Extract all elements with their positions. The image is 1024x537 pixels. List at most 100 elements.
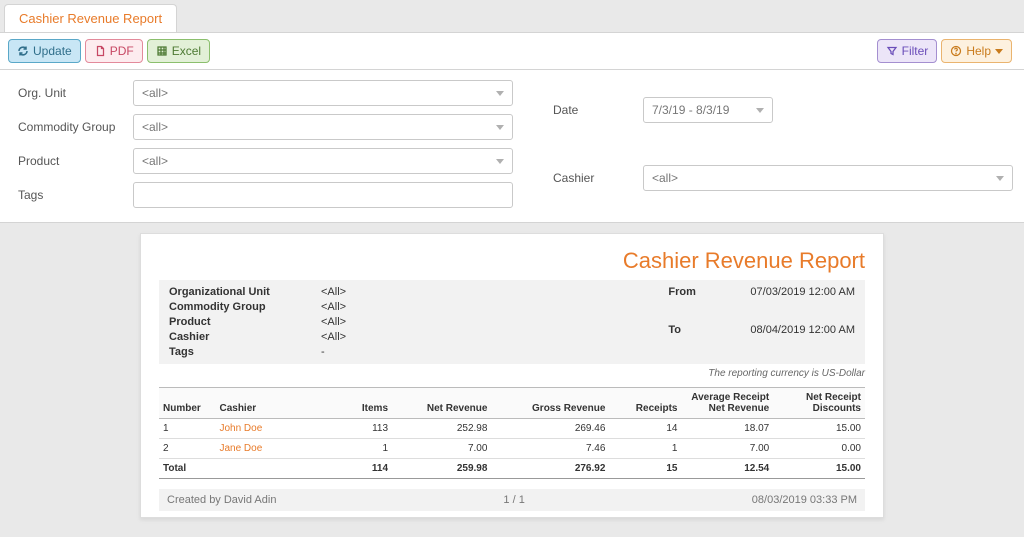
cell-receipts: 1 <box>609 439 681 459</box>
col-net-discounts: Net Receipt Discounts <box>773 388 865 419</box>
product-select[interactable]: <all> <box>133 148 513 174</box>
help-icon <box>950 45 962 57</box>
tabbar: Cashier Revenue Report <box>0 0 1024 33</box>
product-value: <all> <box>142 154 168 168</box>
meta-to-k: To <box>668 324 728 359</box>
cell-cashier: John Doe <box>215 419 342 439</box>
total-receipts: 15 <box>609 459 681 479</box>
footer-timestamp: 08/03/2019 03:33 PM <box>752 494 857 506</box>
cell-gross-rev: 7.46 <box>491 439 609 459</box>
date-range-picker[interactable]: 7/3/19 - 8/3/19 <box>643 97 773 123</box>
cashier-select[interactable]: <all> <box>643 165 1013 191</box>
file-pdf-icon <box>94 45 106 57</box>
tags-label: Tags <box>18 188 133 202</box>
meta-cashier-k: Cashier <box>169 331 299 343</box>
cashier-link[interactable]: Jane Doe <box>219 443 262 454</box>
col-cashier: Cashier <box>215 388 342 419</box>
chevron-down-icon <box>496 159 504 164</box>
filter-icon <box>886 45 898 57</box>
commodity-select[interactable]: <all> <box>133 114 513 140</box>
update-button[interactable]: Update <box>8 39 81 63</box>
filter-label: Filter <box>902 44 929 58</box>
meta-commodity-k: Commodity Group <box>169 301 299 313</box>
cell-net-discounts: 15.00 <box>773 419 865 439</box>
pdf-label: PDF <box>110 44 134 58</box>
file-excel-icon <box>156 45 168 57</box>
meta-org-unit-k: Organizational Unit <box>169 286 299 298</box>
cashier-value: <all> <box>652 171 678 185</box>
meta-tags-k: Tags <box>169 346 299 358</box>
help-label: Help <box>966 44 991 58</box>
col-avg-receipt: Average Receipt Net Revenue <box>681 388 773 419</box>
pdf-button[interactable]: PDF <box>85 39 143 63</box>
filter-button[interactable]: Filter <box>877 39 938 63</box>
filter-panel: Org. Unit <all> Commodity Group <all> Pr… <box>0 70 1024 223</box>
meta-commodity-v: <All> <box>321 301 346 313</box>
date-value: 7/3/19 - 8/3/19 <box>652 103 729 117</box>
excel-label: Excel <box>172 44 201 58</box>
org-unit-select[interactable]: <all> <box>133 80 513 106</box>
chevron-down-icon <box>995 49 1003 54</box>
toolbar: Update PDF Excel Filter Help <box>0 33 1024 70</box>
refresh-icon <box>17 45 29 57</box>
footer-pages: 1 / 1 <box>503 494 524 506</box>
table-row: 2Jane Doe17.007.4617.000.00 <box>159 439 865 459</box>
col-items: Items <box>343 388 392 419</box>
cashier-link[interactable]: John Doe <box>219 423 262 434</box>
total-net-discounts: 15.00 <box>773 459 865 479</box>
report-footer: Created by David Adin 1 / 1 08/03/2019 0… <box>159 489 865 511</box>
help-button[interactable]: Help <box>941 39 1012 63</box>
cell-net-rev: 252.98 <box>392 419 491 439</box>
report-table: Number Cashier Items Net Revenue Gross R… <box>159 387 865 479</box>
cell-net-rev: 7.00 <box>392 439 491 459</box>
meta-product-v: <All> <box>321 316 346 328</box>
meta-tags-v: - <box>321 346 346 358</box>
col-number: Number <box>159 388 215 419</box>
total-net-rev: 259.98 <box>392 459 491 479</box>
meta-from-k: From <box>668 286 728 321</box>
chevron-down-icon <box>496 91 504 96</box>
cell-net-discounts: 0.00 <box>773 439 865 459</box>
col-gross-rev: Gross Revenue <box>491 388 609 419</box>
col-receipts: Receipts <box>609 388 681 419</box>
date-label: Date <box>553 103 643 117</box>
cell-items: 1 <box>343 439 392 459</box>
report-title: Cashier Revenue Report <box>159 248 865 274</box>
report-meta: Organizational Unit <All> Commodity Grou… <box>159 280 865 364</box>
cell-avg-receipt: 18.07 <box>681 419 773 439</box>
commodity-value: <all> <box>142 120 168 134</box>
commodity-label: Commodity Group <box>18 120 133 134</box>
cell-number: 1 <box>159 419 215 439</box>
report: Cashier Revenue Report Organizational Un… <box>140 233 884 518</box>
cashier-label: Cashier <box>553 171 643 185</box>
cell-cashier: Jane Doe <box>215 439 342 459</box>
meta-to-v: 08/04/2019 12:00 AM <box>750 324 855 359</box>
excel-button[interactable]: Excel <box>147 39 210 63</box>
footer-created-by: Created by David Adin <box>167 494 276 506</box>
tags-input[interactable] <box>133 182 513 208</box>
table-total-row: Total 114259.98276.921512.5415.00 <box>159 459 865 479</box>
org-unit-value: <all> <box>142 86 168 100</box>
meta-from-v: 07/03/2019 12:00 AM <box>750 286 855 321</box>
cell-number: 2 <box>159 439 215 459</box>
tab-active[interactable]: Cashier Revenue Report <box>4 4 177 32</box>
currency-note: The reporting currency is US-Dollar <box>159 368 865 379</box>
cell-gross-rev: 269.46 <box>491 419 609 439</box>
meta-cashier-v: <All> <box>321 331 346 343</box>
cell-receipts: 14 <box>609 419 681 439</box>
update-label: Update <box>33 44 72 58</box>
org-unit-label: Org. Unit <box>18 86 133 100</box>
total-label: Total <box>159 459 215 479</box>
meta-org-unit-v: <All> <box>321 286 346 298</box>
col-net-rev: Net Revenue <box>392 388 491 419</box>
table-row: 1 John Doe 113252.98269.461418.0715.00 <box>159 419 865 439</box>
meta-product-k: Product <box>169 316 299 328</box>
chevron-down-icon <box>756 108 764 113</box>
product-label: Product <box>18 154 133 168</box>
total-gross-rev: 276.92 <box>491 459 609 479</box>
chevron-down-icon <box>496 125 504 130</box>
total-avg-receipt: 12.54 <box>681 459 773 479</box>
total-items: 114 <box>343 459 392 479</box>
cell-avg-receipt: 7.00 <box>681 439 773 459</box>
cell-items: 113 <box>343 419 392 439</box>
